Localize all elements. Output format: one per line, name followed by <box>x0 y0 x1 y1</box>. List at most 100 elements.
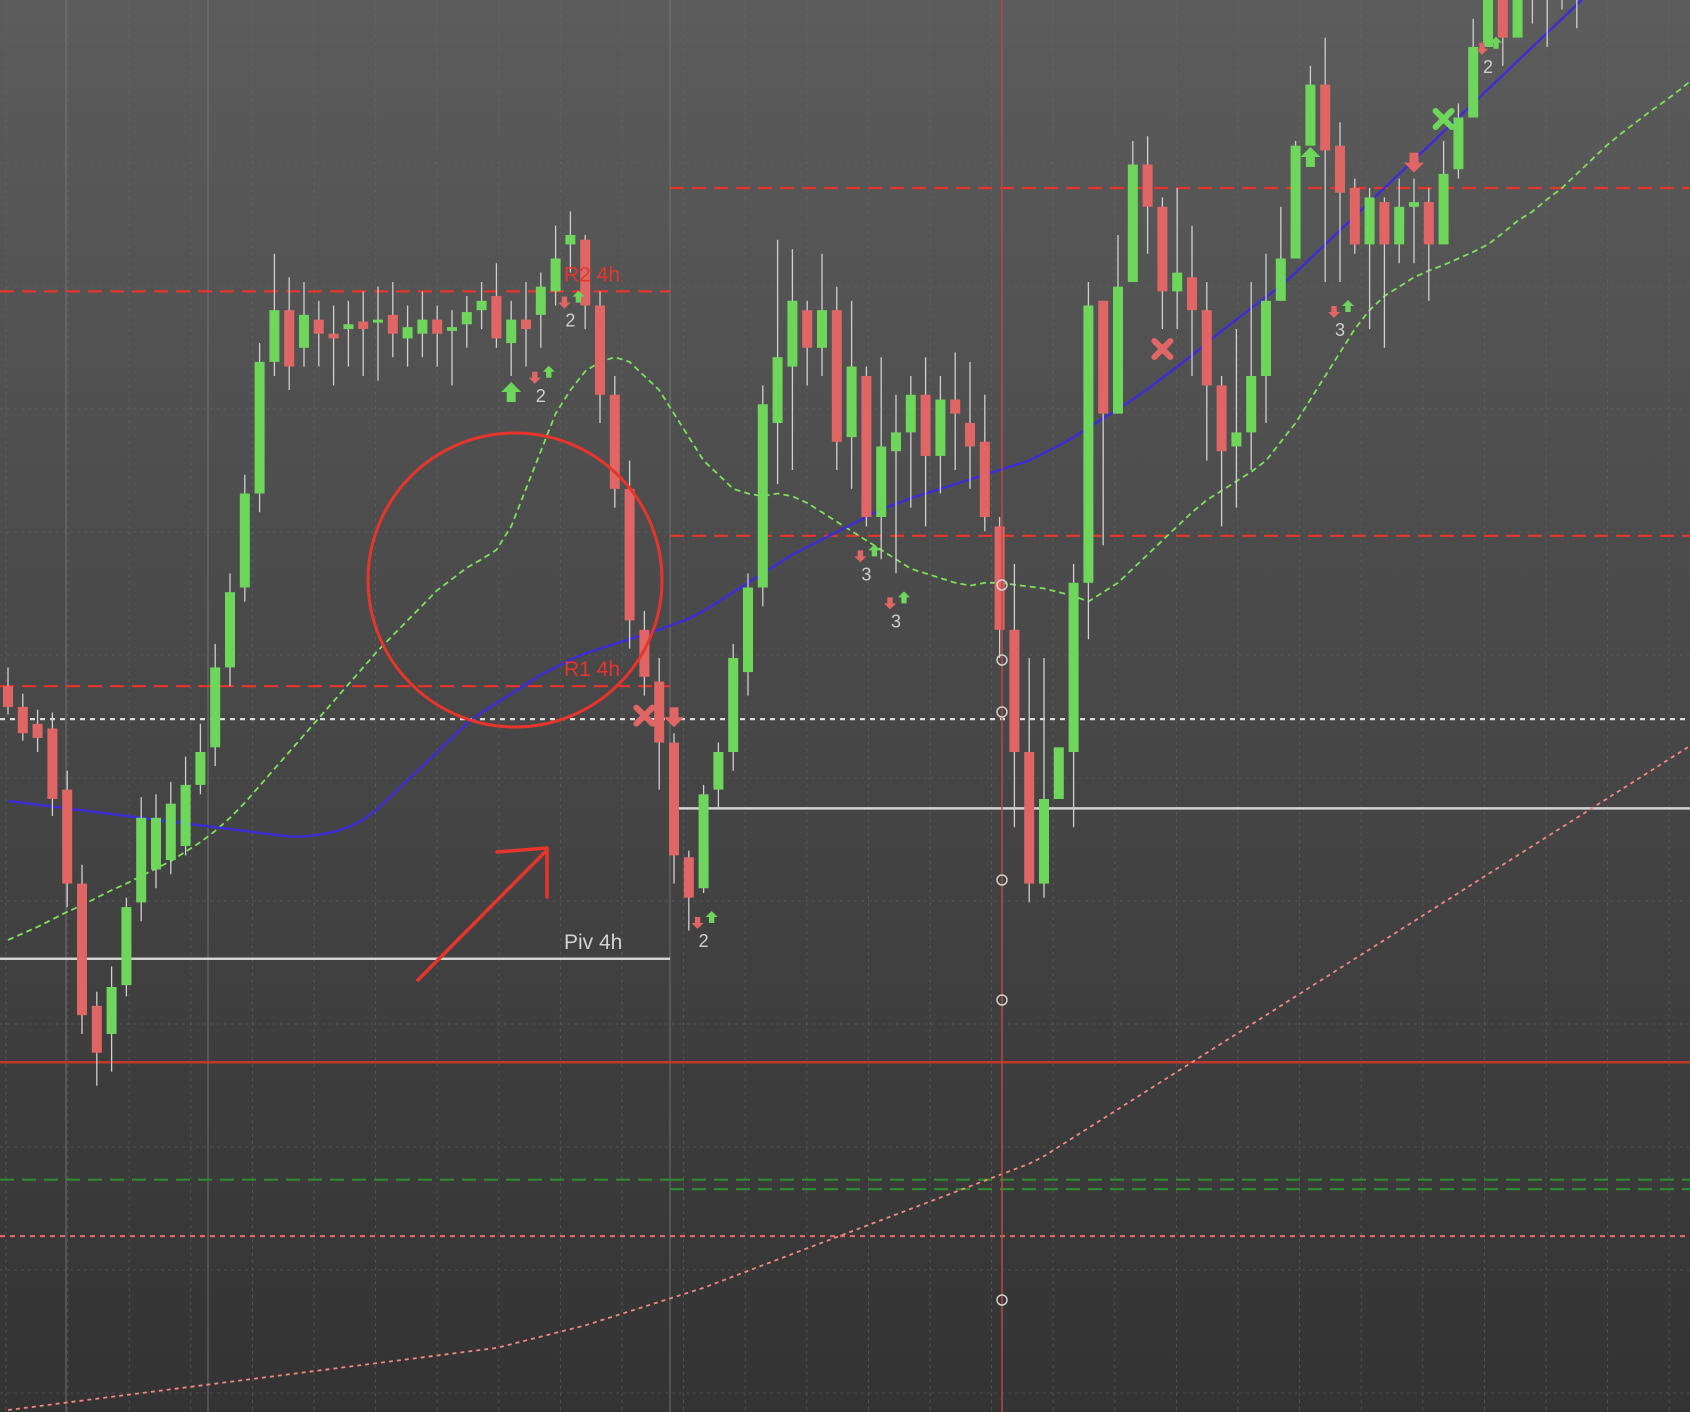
candle-body-bear <box>920 394 931 456</box>
candle-body-bull <box>876 446 887 517</box>
candle-body-bull <box>180 784 191 846</box>
candle <box>1512 0 1523 38</box>
candle-body-bull <box>506 319 517 344</box>
candle-body-bear <box>965 423 975 447</box>
candle-body-bull <box>713 752 724 790</box>
candle-body-bull <box>121 907 132 986</box>
candle-body-bear <box>1349 188 1360 245</box>
candle-body-bull <box>1246 376 1257 433</box>
candle-body-bear <box>91 1005 102 1053</box>
candle-body-bull <box>743 587 753 673</box>
candle-body-bull <box>905 394 916 433</box>
candle-body-bull <box>1453 117 1464 170</box>
candle-body-bull <box>1290 145 1301 259</box>
candle-body-bull <box>772 357 783 423</box>
candle <box>1483 0 1493 48</box>
candle-body-bear <box>521 319 531 329</box>
candle <box>121 897 132 997</box>
candle-body-bear <box>1497 0 1508 38</box>
candle-body-bull <box>1305 84 1316 146</box>
candle-body-bear <box>979 441 990 517</box>
candle <box>1349 178 1360 254</box>
candle-body-bull <box>728 658 739 752</box>
candle-body-bull <box>757 404 768 588</box>
candle <box>239 474 250 602</box>
candle-body-bull <box>1053 747 1064 799</box>
candle-body-bull <box>1083 305 1094 583</box>
signal-count: 2 <box>565 311 575 331</box>
candle-body-bear <box>669 742 679 856</box>
candle-body-bear <box>1142 164 1153 207</box>
candle-body-bear <box>32 723 43 738</box>
candle-body-bull <box>136 817 147 903</box>
candle-body-bear <box>62 789 73 884</box>
level-label-r1-4h: R1 4h <box>564 658 620 681</box>
candle-body-bull <box>698 794 709 889</box>
candle-body-bull <box>1409 202 1419 207</box>
price-chart: 2 2 2 3 3 3 2 R2 4h R1 4h Piv 4h <box>0 0 1690 1412</box>
candle <box>861 366 872 527</box>
signal-count: 3 <box>1335 320 1345 340</box>
candle <box>728 643 739 771</box>
candle-body-bull <box>1068 582 1079 752</box>
candle <box>757 385 768 607</box>
candle-body-bear <box>3 686 13 707</box>
candle-body-bull <box>1231 432 1242 447</box>
candle-body-bull <box>447 327 457 331</box>
chart-canvas[interactable]: 2 2 2 3 3 3 2 R2 4h R1 4h Piv 4h <box>0 0 1690 1412</box>
candle-body-bull <box>1512 0 1523 38</box>
candle-body-bull <box>402 327 413 339</box>
candle-body-bull <box>417 319 428 334</box>
candle <box>609 376 620 508</box>
candle-body-bull <box>269 310 280 362</box>
chart-background <box>0 0 1690 1412</box>
candle-body-bull <box>935 399 946 456</box>
signal-count: 2 <box>536 386 546 406</box>
candle-body-bull <box>1261 300 1271 376</box>
candle-body-bear <box>1423 202 1434 245</box>
candle-body-bear <box>328 333 339 339</box>
candle-body-bull <box>165 803 176 861</box>
signal-count: 3 <box>891 611 901 631</box>
candle-body-bull <box>891 432 901 452</box>
level-label-r2-4h: R2 4h <box>564 263 620 286</box>
candle-body-bear <box>313 319 324 334</box>
candle-body-bear <box>1187 277 1197 311</box>
candle-body-bull <box>550 258 561 292</box>
candle-body-bear <box>491 296 502 339</box>
candle-body-bear <box>831 310 842 442</box>
candle-body-bull <box>1468 47 1479 118</box>
candle-body-bear <box>1335 145 1345 193</box>
candle-body-bull <box>106 987 117 1034</box>
signal-count: 2 <box>1483 57 1493 77</box>
candle-body-bear <box>595 305 605 395</box>
signal-count: 3 <box>861 564 871 584</box>
candle-body-bull <box>476 300 487 311</box>
candle-body-bull <box>1275 258 1286 301</box>
candle <box>254 343 265 513</box>
candle-body-bear <box>1098 300 1109 414</box>
candle-body-bear <box>1379 202 1390 245</box>
candle-body-bear <box>1320 84 1331 151</box>
candle-body-bull <box>210 667 221 748</box>
candle-body-bear <box>77 883 87 1016</box>
level-label-piv-4h: Piv 4h <box>564 931 622 954</box>
candle-body-bear <box>861 376 872 517</box>
candle-body-bull <box>1364 197 1375 245</box>
candle-body-bull <box>787 300 798 367</box>
candle-body-bull <box>1113 286 1123 414</box>
candle-body-bull <box>195 752 206 785</box>
candle-body-bull <box>1172 272 1183 292</box>
candle-body-bull <box>535 286 546 315</box>
candle-body-bull <box>817 310 827 348</box>
candle-body-bull <box>373 319 383 323</box>
candle <box>77 864 87 1034</box>
candle-body-bear <box>432 319 443 334</box>
candle-body-bear <box>654 681 665 743</box>
candle-body-bear <box>17 706 28 734</box>
candle-body-bear <box>683 857 694 898</box>
candle-body-bull <box>461 312 472 325</box>
candle <box>1053 747 1064 799</box>
candle <box>698 784 709 893</box>
candle-body-bull <box>1483 0 1493 48</box>
